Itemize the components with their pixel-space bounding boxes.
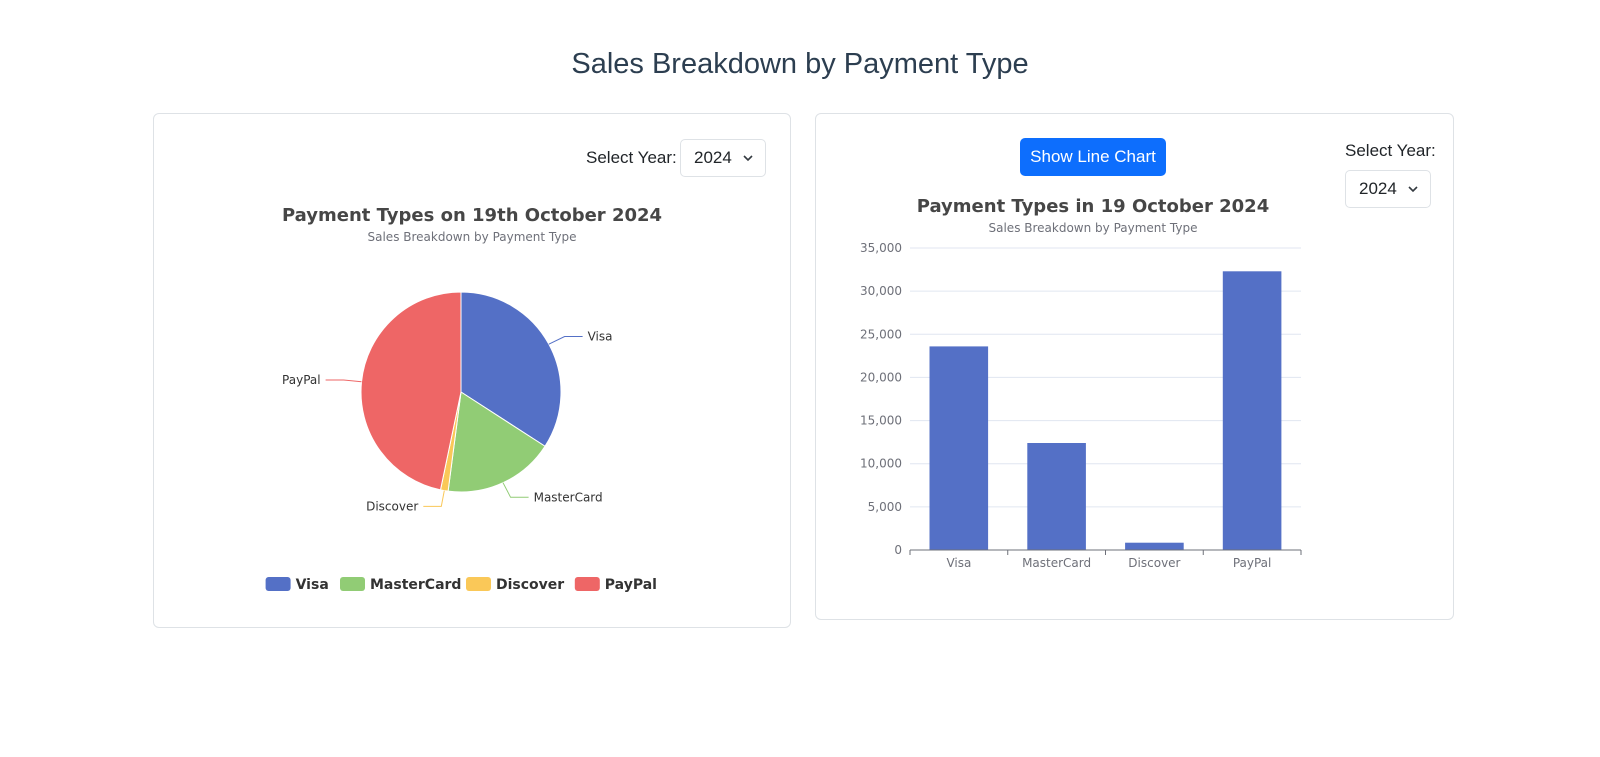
pie-slice-label: Visa — [588, 330, 613, 344]
bar-discover[interactable] — [1125, 542, 1184, 550]
legend-swatch — [265, 577, 291, 591]
bar-chart-title: Payment Types in 19 October 2024 — [917, 196, 1269, 217]
y-tick-label: 15,000 — [860, 414, 902, 428]
pie-label-line — [423, 490, 445, 507]
x-tick-label: PayPal — [1233, 556, 1272, 570]
pie-slice-label: PayPal — [282, 373, 321, 387]
pie-label-line — [325, 379, 362, 383]
legend-label: PayPal — [605, 577, 657, 593]
pie-label-line — [502, 482, 529, 498]
bar-mastercard[interactable] — [1027, 443, 1086, 550]
y-tick-label: 20,000 — [860, 370, 902, 384]
pie-slice-label: Discover — [366, 499, 418, 513]
legend-label: Discover — [496, 577, 564, 593]
pie-slice-paypal[interactable] — [360, 291, 462, 491]
legend-item-paypal[interactable]: PayPal — [574, 577, 657, 593]
y-tick-label: 30,000 — [860, 284, 902, 298]
bar-visa[interactable] — [929, 346, 989, 550]
y-tick-label: 10,000 — [860, 457, 902, 471]
bar-chart: Payment Types in 19 October 2024 Sales B… — [860, 196, 1302, 570]
legend-label: MasterCard — [370, 577, 461, 593]
legend-item-visa[interactable]: Visa — [265, 577, 329, 593]
y-tick-label: 35,000 — [860, 241, 902, 255]
legend-swatch — [466, 577, 491, 591]
pie-label-line — [548, 336, 583, 345]
legend-swatch — [574, 577, 600, 591]
legend-item-discover[interactable]: Discover — [466, 577, 564, 593]
page-title: Sales Breakdown by Payment Type — [571, 48, 1029, 80]
bar-chart-card: Show Line Chart Select Year: 2024 Paymen… — [815, 113, 1454, 620]
pie-chart-card: Select Year: 2024 Payment Types on 19th … — [153, 113, 791, 628]
x-tick-label: Visa — [946, 556, 971, 570]
x-tick-label: Discover — [1128, 556, 1180, 570]
pie-chart: Payment Types on 19th October 2024 Sales… — [265, 205, 662, 593]
y-tick-label: 0 — [894, 543, 902, 557]
legend-item-mastercard[interactable]: MasterCard — [340, 577, 461, 593]
pie-chart-title: Payment Types on 19th October 2024 — [282, 205, 662, 226]
x-tick-label: MasterCard — [1022, 556, 1091, 570]
bar-paypal[interactable] — [1222, 271, 1282, 550]
bar-chart-subtitle: Sales Breakdown by Payment Type — [989, 221, 1198, 235]
pie-slice-label: MasterCard — [534, 490, 603, 504]
legend-swatch — [340, 577, 365, 591]
y-tick-label: 25,000 — [860, 327, 902, 341]
legend-label: Visa — [296, 577, 329, 593]
pie-chart-subtitle: Sales Breakdown by Payment Type — [368, 230, 577, 244]
y-tick-label: 5,000 — [868, 500, 902, 514]
